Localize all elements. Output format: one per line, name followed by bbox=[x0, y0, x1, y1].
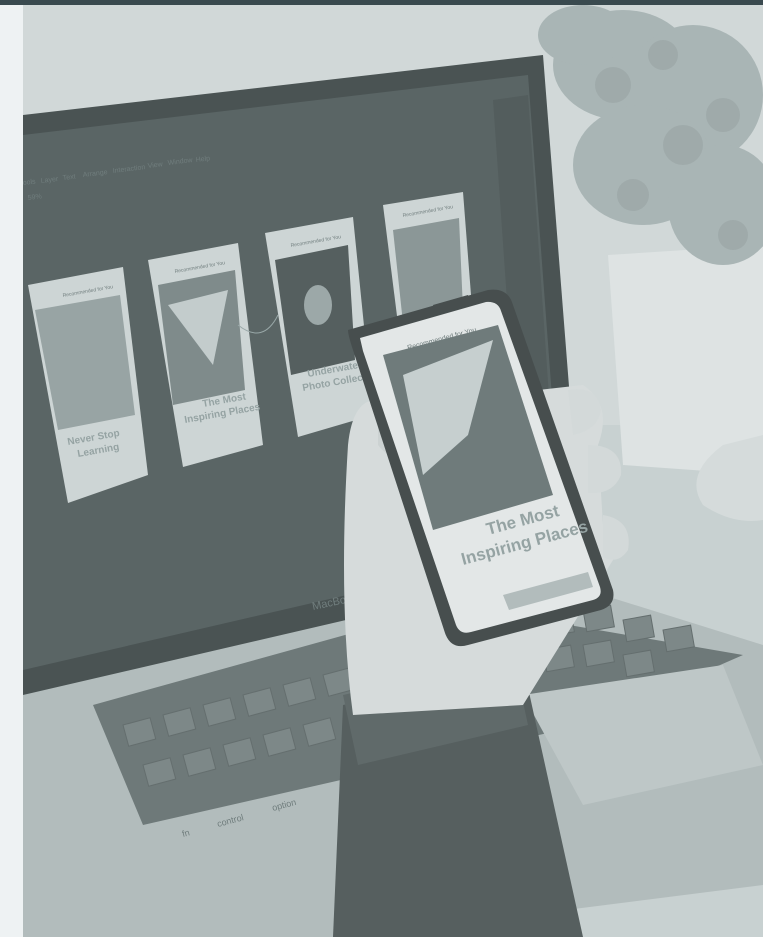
tint-overlay bbox=[23, 5, 763, 937]
photo-illustration: control option fn MacBook Pro ools Layer… bbox=[23, 5, 763, 937]
left-margin bbox=[0, 5, 23, 937]
photo: control option fn MacBook Pro ools Layer… bbox=[23, 5, 763, 937]
